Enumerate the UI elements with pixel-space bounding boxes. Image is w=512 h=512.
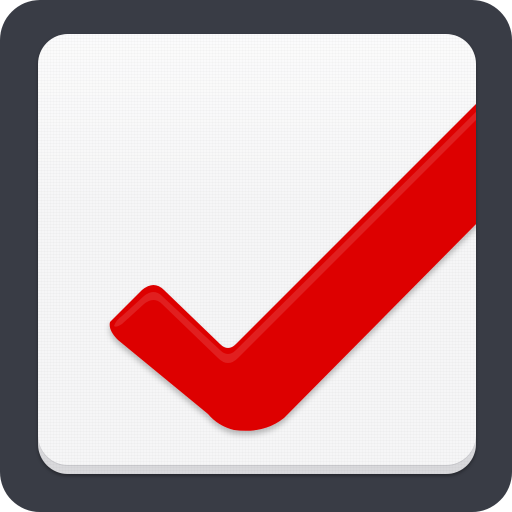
checkmark-icon: [109, 104, 476, 431]
checkbox-face[interactable]: [38, 34, 476, 474]
checkmark-stroke: [109, 104, 476, 431]
app-icon[interactable]: [0, 0, 512, 512]
